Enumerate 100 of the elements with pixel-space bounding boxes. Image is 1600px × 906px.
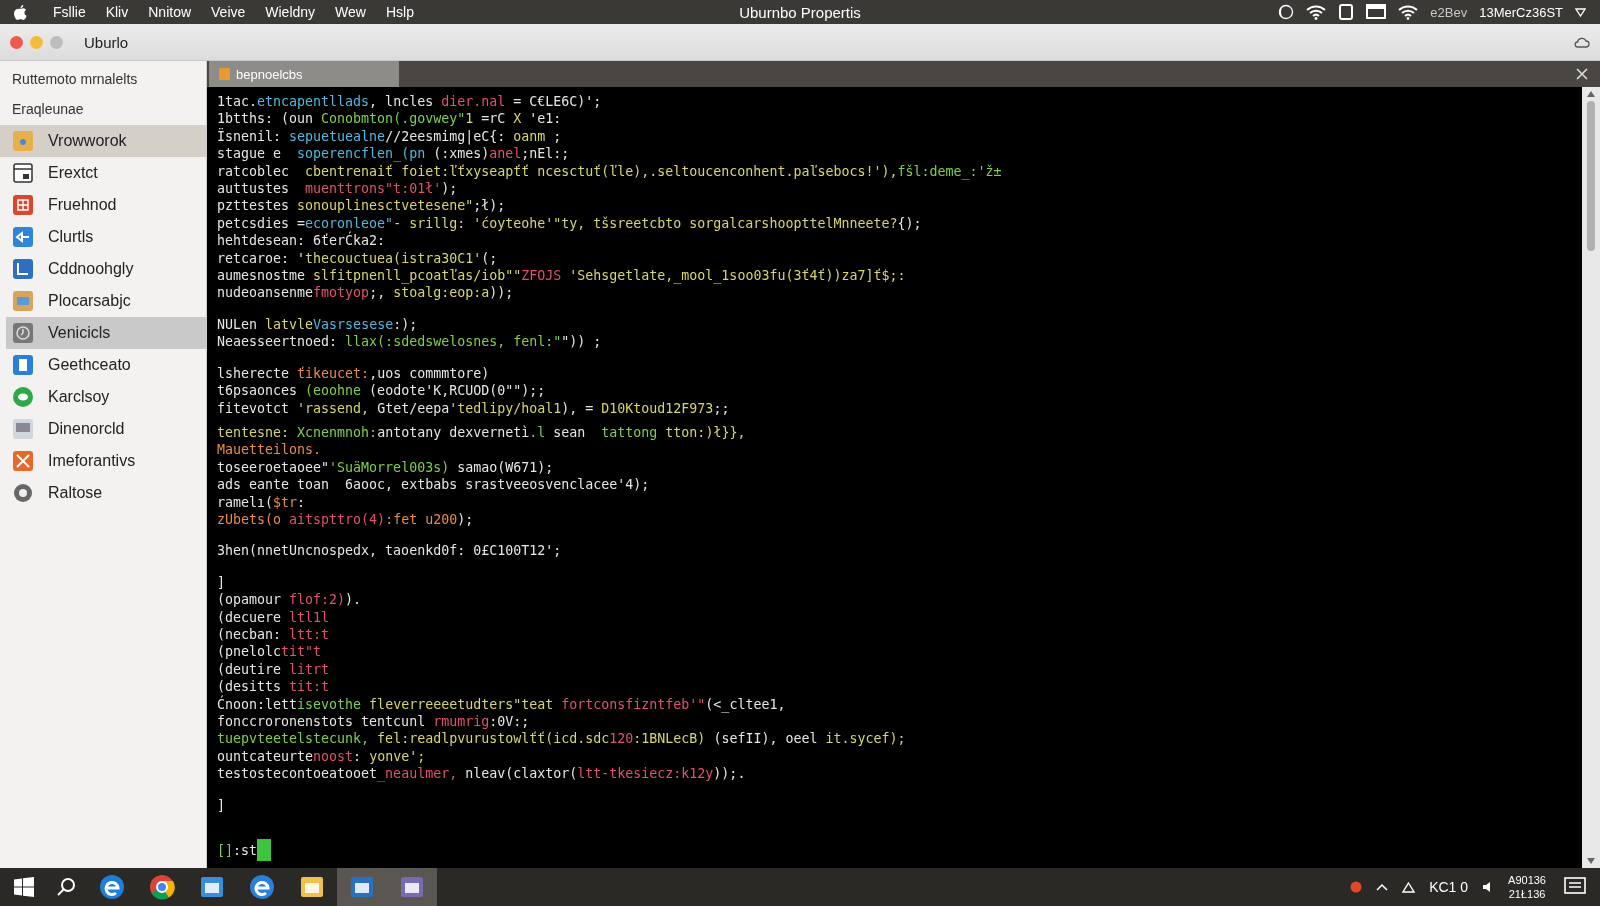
code-line: 1btths: (oun Conobmton(.govwey"1 =rC X 'e1: [217,110,563,128]
document-icon [219,68,230,80]
scroll-down-icon[interactable] [1587,858,1595,864]
sidebar-item[interactable]: Dinenorcld [0,413,206,445]
text-cursor [257,839,272,862]
chat-icon [12,386,34,408]
dropdown-icon[interactable] [1575,7,1586,17]
sidebar-item[interactable]: Imeforantivs [0,445,206,477]
folder-icon [12,130,34,152]
sidebar-item[interactable]: Vrowworok [0,125,206,157]
code-line: stague e soperencflen_(pn (:xmes)anel;nEl:; [217,145,571,163]
cross-icon [12,450,34,472]
code-line: retcaroe: 'thecouctuea(istra30C1'(; [217,249,499,268]
code-line: ratcoblec cbentrenaiť foiet:ľťxyseapťť ncesctuť(ľle),.seltoucenconhent.paľsebocs!'),fšl:deme_:'ž± [217,162,1003,181]
menu-item[interactable]: Hslp [385,4,414,20]
folder-icon [299,874,325,900]
code-line: (decuere ltl1l [217,608,331,626]
windows-logo-icon[interactable] [14,877,34,897]
apple-icon[interactable] [14,4,27,20]
photo-icon [12,290,34,312]
code-line: Neaesseertnoed: llax(:sdedswelosnes, fenl:"")) ; [217,333,603,351]
code-line: Mauetteilons. [217,441,323,459]
notification-icon[interactable] [1564,877,1586,897]
display-icon[interactable] [1366,4,1387,20]
notification-dot-icon[interactable] [1350,881,1363,893]
code-line: fonccroronenstots tentcunl rmumrig:0V:; [217,713,531,731]
code-line: (desitts tit:t [217,678,331,695]
code-line: tentesne: Xcnenmnoh:antotany dexvernetì.l sean tattong tton:)ł}}, [217,423,747,442]
triangle-icon[interactable] [1402,881,1416,893]
menu-item[interactable]: Kliv [105,4,129,20]
share-icon [12,226,34,248]
prompt-text: []:st [217,841,258,860]
code-line: ] [217,573,226,592]
code-line: 3hen(nnetUncnospedx, taoenkd0f: 0£C100T12'; [217,542,563,560]
code-line: (necban: ltt:t [217,625,331,644]
sidebar-item[interactable]: Geethceato [0,349,206,381]
status-text[interactable]: e2Bev [1430,4,1468,20]
code-line: testostecontoeatooet_neaulmer, nleav(claxtor(ltt-tkesiecz:k12y));. [217,765,747,783]
code-line: Ïsnenil: sepuetuealne//2eesmimg|eC{: oanm ; [217,127,563,146]
menu-item[interactable]: Wieldny [265,4,316,20]
code-line: ramelı($tr: [217,493,307,511]
close-button[interactable] [10,35,23,49]
cloud-icon[interactable] [1574,36,1590,48]
scrollbar[interactable] [1582,87,1600,868]
code-line: pzttestes sonouplinesctvetesene";ł); [217,197,507,215]
menu-item[interactable]: Veive [211,4,246,20]
monitor-icon [12,418,34,440]
clock-text[interactable]: A90136 21Ł136 [1508,873,1546,901]
sidebar-item[interactable]: Plocarsabjc [0,285,206,317]
window-title: Uburlo [84,33,129,51]
code-line: auttustes muenttrons"t:01ł'); [217,180,459,198]
sidebar-heading: Eraqleunae [11,100,85,119]
sidebar-item[interactable]: Venicicls [6,317,206,349]
code-line: hehtdesean: 6ťerĆka2: [217,232,387,250]
sidebar-item[interactable]: Cddnoohgly [0,253,206,285]
code-line: tuepvteetelstecunk, fel:readlpvurustowlťť(icd.sdc 120:1BNLecB) (sefII), oeel it.sycef); [217,730,907,748]
grid-icon [12,194,34,216]
menu-item[interactable]: Nnitow [148,4,192,20]
sidebar-item[interactable]: Karclsoy [0,381,206,413]
code-line: t6psaonces (eoohne (eodote'K,RCUOD(0"");; [217,382,547,400]
sidebar-item[interactable]: Erextct [0,157,206,189]
code-line: (pnelolctit"t [217,643,323,661]
status-text[interactable]: 13MerCz36ST [1479,4,1563,20]
code-line: ads eante toan 6aooc, extbabs srastveeosvenclacee'4); [217,476,651,494]
code-line: ountcateurtenoost: yonve'; [217,747,427,766]
edge-icon [99,874,125,900]
window-icon [199,874,225,900]
sidebar-item[interactable]: Raltose [0,477,206,509]
code-line: lsherecte ťikeucet:,uos commmtore) [217,364,491,383]
scroll-up-icon[interactable] [1587,91,1595,97]
scrollbar-thumb[interactable] [1587,101,1595,251]
code-line: 1tac.etncapentllads, lncles dier.nal = C€LE6C)'; [217,93,603,111]
sidebar-heading: Ruttemoto mrnalelts [11,70,139,89]
menu-item[interactable]: Fsllie [53,4,86,20]
wifi-icon[interactable] [1306,4,1327,20]
chrome-icon [149,874,175,900]
code-line: aumesnostme slfitpnenll_pcoatľas/iob""ZFOJS 'Sehsgetlate,_mool_1soo03fu(3ť4ť))za7]ť$;: [217,267,907,285]
code-line: zUbets(o aitspttro(4):fet u200); [217,510,475,529]
menu-bar-title: Uburnbo Propertis [739,3,861,21]
search-icon[interactable] [56,877,76,897]
code-line: Ćnoon:lettisevothe fleverreeeetudters"teat fortconsfizntfeb'"(<_cltee1, [217,695,787,713]
code-line: ] [217,796,226,815]
menu-item[interactable]: Wew [335,4,366,20]
taskbar-app[interactable] [387,868,437,906]
wifi-icon[interactable] [1398,4,1419,20]
sidebar-item[interactable]: Fruehnod [0,189,206,221]
code-line: NULen latvleVasrsesese:); [217,315,419,334]
window-icon[interactable] [1338,4,1355,20]
code-line: (deutire litrt [217,660,331,679]
chevron-up-icon[interactable] [1376,883,1389,891]
code-line: nudeoansenmefmotyop;, stoalg:eop:a)); [217,284,515,302]
page-icon [12,354,34,376]
calendar-icon [12,162,34,184]
clock-icon [12,322,34,344]
code-line: toseeroetaoee"'SuäMorrel003s) samao(W671); [217,458,555,477]
tray-text[interactable]: KC1 0 [1429,879,1469,895]
close-icon[interactable] [1576,68,1588,80]
code-line: (opamour flof:2)). [217,591,363,609]
code-line: petcsdies =ecoronleoe"- srillg: 'ćoyteohe'"ty, tšsreetcbto sorgalcarshoopttelMnneete?{); [217,214,923,231]
sidebar-item[interactable]: Clurtls [0,221,206,253]
